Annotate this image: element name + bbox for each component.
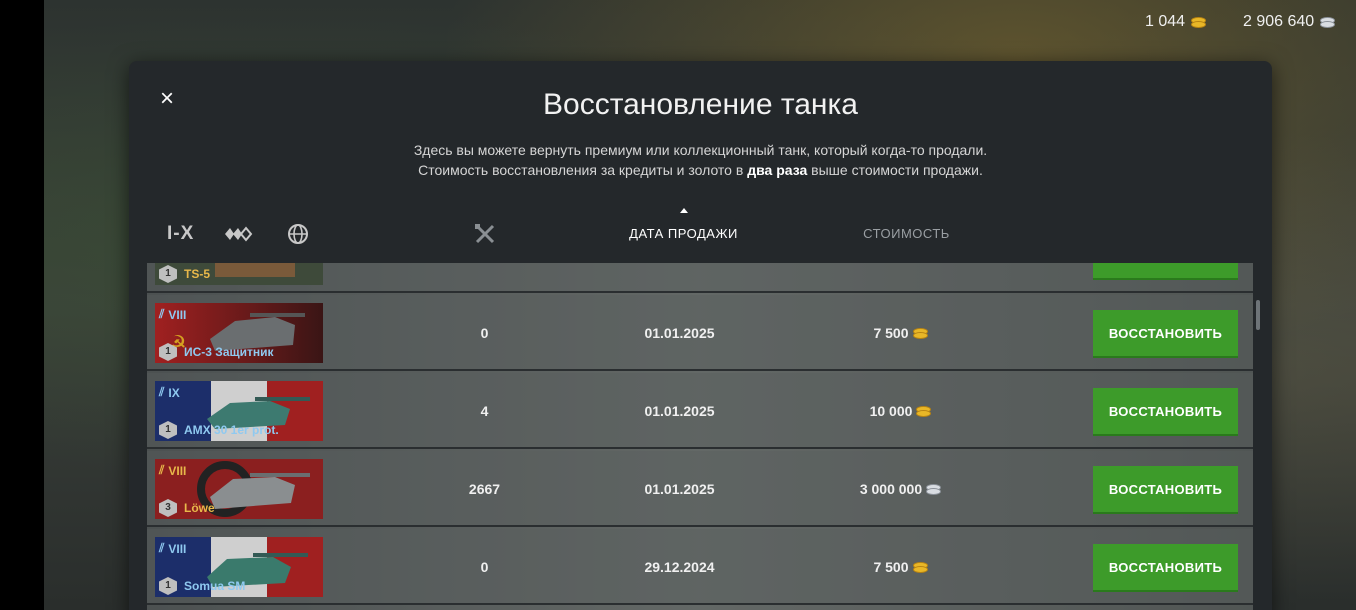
crossed-swords-icon[interactable] (474, 222, 496, 246)
description-line-1: Здесь вы можете вернуть премиум или колл… (413, 142, 988, 158)
sale-date: 01.01.2025 (644, 325, 715, 341)
battles-count: 2667 (468, 481, 501, 497)
tank-name: Somua SM (184, 579, 246, 593)
sort-ascending-icon (680, 208, 688, 213)
tank-card[interactable]: ☭ ⫽ VIII 1 ИС-3 Защитник (155, 303, 323, 363)
tank-name: ИС-3 Защитник (184, 345, 274, 359)
tank-type-icon: ⫽ (159, 463, 165, 477)
flag-image (155, 263, 323, 285)
tank-name: Löwe (184, 501, 215, 515)
restore-button[interactable]: ВОССТАНОВИТЬ (1093, 263, 1238, 278)
silver-balance: 2 906 640 (1243, 13, 1336, 31)
tank-card[interactable]: 1 TS-5 (155, 263, 323, 285)
tier-label: IX (168, 385, 180, 400)
gold-amount: 1 044 (1145, 13, 1186, 30)
description-text: Стоимость восстановления за кредиты и зо… (418, 162, 744, 178)
scrollbar[interactable] (1256, 300, 1260, 330)
restore-tank-dialog: × Восстановление танка Здесь вы можете в… (129, 61, 1272, 610)
table-row: ⫽ VIII 1 Somua SM 0 29.12.2024 7 500 ВОСС… (147, 529, 1253, 605)
vehicle-type-icon[interactable] (223, 222, 253, 246)
tank-tier: ⫽ VIII (159, 463, 186, 478)
cost-value: 3 000 000 (859, 481, 923, 497)
tier-label: VIII (168, 541, 187, 556)
restore-cost: 10 000 (837, 403, 962, 419)
description-bold: два раза (747, 162, 808, 178)
screen-edge (0, 0, 44, 610)
table-row: ⫽ VIII 3 Löwe 2667 01.01.2025 3 000 000 В… (147, 451, 1253, 527)
restore-cost: 7 500 (837, 559, 962, 575)
tank-list: 1 TS-5 ВОССТАНОВИТЬ ☭ ⫽VIII 1 ИС-3 (147, 263, 1253, 610)
restore-button[interactable]: ВОССТАНОВИТЬ (1093, 544, 1238, 590)
tank-type-icon: ⫽ (159, 385, 165, 399)
sale-date: 01.01.2025 (644, 481, 715, 497)
table-row: ☭ ⫽ VIII 1 ИС-3 Защитник 0 01.01.2025 7 5… (147, 295, 1253, 371)
tier-label: VIII (168, 463, 187, 478)
tier-label: VIII (168, 307, 187, 322)
battles-count: 0 (480, 325, 489, 341)
tank-type-icon: ⫽ (159, 307, 165, 321)
restore-cost: 3 000 000 (837, 481, 962, 497)
tank-type-icon: ⫽ (159, 541, 165, 555)
description-line-2: Стоимость восстановления за кредиты и зо… (129, 160, 1272, 180)
sale-date: 01.01.2025 (644, 403, 715, 419)
dialog-description: Здесь вы можете вернуть премиум или колл… (129, 140, 1272, 180)
description-text-end: выше стоимости продажи. (811, 162, 983, 178)
tank-tier: ⫽ VIII (159, 307, 186, 322)
gold-coin-icon (1191, 17, 1207, 28)
cost-value: 7 500 (873, 559, 909, 575)
cost-value: 7 500 (873, 325, 909, 341)
tier-filter[interactable]: I-X (167, 222, 194, 246)
cost-column-header[interactable]: СТОИМОСТЬ (844, 226, 969, 241)
silver-coin-icon (1320, 17, 1336, 28)
sale-date: 29.12.2024 (644, 559, 715, 575)
tank-card[interactable]: ⫽ VIII 1 Somua SM (155, 537, 323, 597)
dialog-title: Восстановление танка (543, 88, 858, 121)
tank-tier: ⫽ VIII (159, 541, 186, 556)
globe-icon[interactable] (287, 222, 309, 246)
tank-tier: ⫽ IX (159, 385, 180, 400)
cost-value: 10 000 (869, 403, 913, 419)
tank-card[interactable]: ⫽ IX 1 AMX 30 1er prot. (155, 381, 323, 441)
gold-balance: 1 044 (1145, 13, 1207, 31)
gold-coin-icon (912, 562, 928, 573)
gold-coin-icon (916, 406, 932, 417)
restore-button[interactable]: ВОССТАНОВИТЬ (1093, 388, 1238, 434)
tank-name: AMX 30 1er prot. (184, 423, 279, 437)
battles-count: 4 (480, 403, 489, 419)
restore-button[interactable]: ВОССТАНОВИТЬ (1093, 310, 1238, 356)
restore-button[interactable]: ВОССТАНОВИТЬ (1093, 466, 1238, 512)
battles-count: 0 (480, 559, 489, 575)
list-header: I-X ДАТА ПРОДАЖИ СТОИМОСТЬ (129, 208, 1272, 256)
date-column-header[interactable]: ДАТА ПРОДАЖИ (621, 226, 746, 241)
restore-cost: 7 500 (837, 325, 962, 341)
table-row: 1 TS-5 ВОССТАНОВИТЬ (147, 263, 1253, 293)
tank-card[interactable]: ⫽ VIII 3 Löwe (155, 459, 323, 519)
table-row: ⫽ IX 1 AMX 30 1er prot. 4 01.01.2025 10 0… (147, 373, 1253, 449)
silver-coin-icon (926, 484, 942, 495)
tank-name: TS-5 (184, 267, 211, 281)
silver-amount: 2 906 640 (1243, 13, 1315, 30)
gold-coin-icon (912, 328, 928, 339)
